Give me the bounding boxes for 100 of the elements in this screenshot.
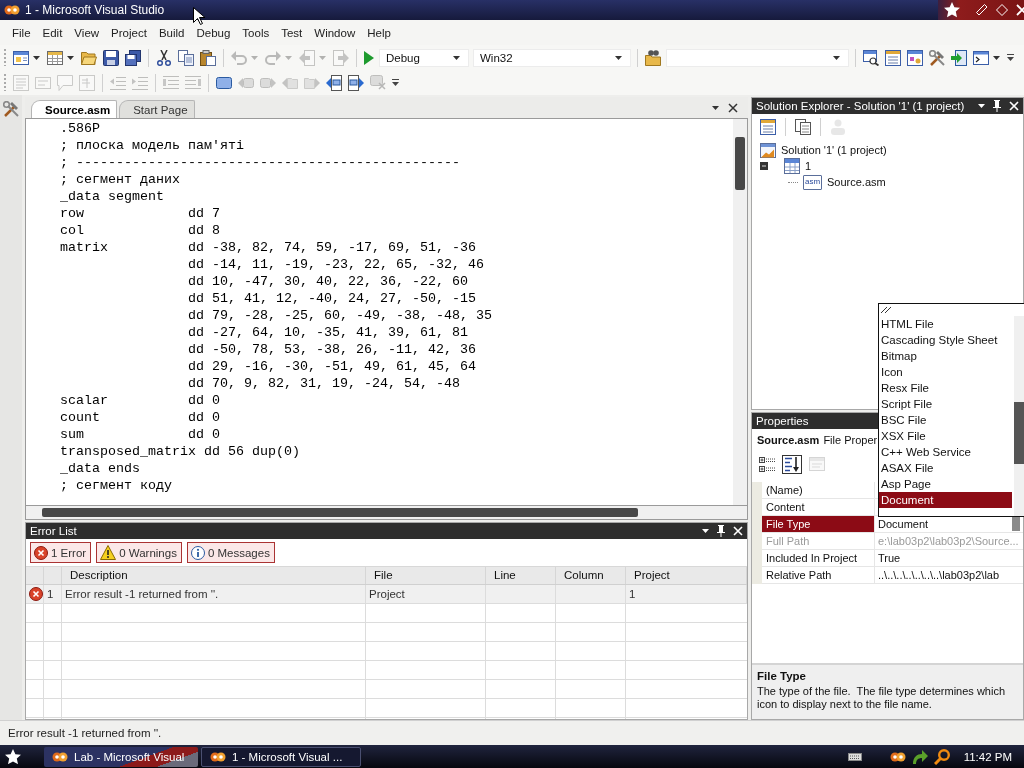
- menu-item[interactable]: Edit: [36, 24, 69, 41]
- property-name[interactable]: (Name): [762, 482, 875, 499]
- caret-icon[interactable]: [978, 104, 985, 108]
- filter-button[interactable]: 0 Messages: [186, 542, 275, 563]
- list-item[interactable]: Cascading Style Sheet: [879, 332, 1012, 348]
- list-item[interactable]: Resx File: [879, 380, 1012, 396]
- property-name[interactable]: Relative Path: [762, 567, 875, 584]
- list-item[interactable]: Document: [879, 492, 1012, 508]
- list-item[interactable]: Bitmap: [879, 348, 1012, 364]
- column-header[interactable]: File: [366, 567, 486, 584]
- folder-binoculars-icon[interactable]: [645, 49, 661, 66]
- list-item[interactable]: ASAX File: [879, 460, 1012, 476]
- search-icon[interactable]: [933, 748, 950, 765]
- pin-icon[interactable]: [992, 100, 1002, 112]
- column-header[interactable]: Description: [62, 567, 366, 584]
- horizontal-scrollbar[interactable]: [25, 506, 748, 520]
- minimize-icon[interactable]: [976, 4, 988, 16]
- project-window-icon[interactable]: [13, 49, 29, 66]
- pages-icon[interactable]: [795, 118, 811, 135]
- bookmark-icon[interactable]: [216, 76, 232, 89]
- menu-item[interactable]: Test: [275, 24, 309, 41]
- document-tab[interactable]: Start Page: [119, 100, 195, 118]
- folder-icon[interactable]: [81, 49, 97, 66]
- taskbar-button[interactable]: 1 - Microsoft Visual ...: [201, 746, 361, 767]
- property-value[interactable]: True: [878, 552, 901, 564]
- menu-item[interactable]: View: [68, 24, 106, 41]
- tree-item[interactable]: Source.asm: [827, 176, 886, 188]
- tools-icon[interactable]: [929, 49, 945, 66]
- table-row[interactable]: 1 Error result -1 returned from ''. Project 1: [26, 585, 747, 604]
- list-item[interactable]: HTML File: [879, 316, 1012, 332]
- arrow-in-box-icon[interactable]: [951, 49, 967, 66]
- scissors-icon[interactable]: [156, 49, 172, 66]
- panel-title: Error List: [30, 525, 77, 537]
- page-bookmark-right-icon[interactable]: [348, 74, 364, 91]
- taskbar-button[interactable]: Lab - Microsoft Visual: [44, 746, 198, 767]
- tree-item[interactable]: 1: [805, 160, 812, 172]
- document-tab[interactable]: Source.asm: [31, 100, 118, 118]
- menu-item[interactable]: Project: [105, 24, 153, 41]
- property-name[interactable]: File Type: [762, 516, 875, 533]
- pin-icon[interactable]: [716, 525, 726, 537]
- list-item[interactable]: Asp Page: [879, 476, 1012, 492]
- close-icon[interactable]: [728, 102, 738, 113]
- curved-arrow-icon[interactable]: [911, 749, 928, 764]
- window-magnifier-icon[interactable]: [863, 49, 879, 66]
- window-list-icon[interactable]: [760, 118, 776, 135]
- vertical-scrollbar[interactable]: [733, 119, 747, 505]
- caret-icon[interactable]: [33, 55, 40, 60]
- maximize-icon[interactable]: [996, 4, 1008, 16]
- copy-icon[interactable]: [178, 49, 194, 66]
- menu-item[interactable]: File: [6, 24, 37, 41]
- column-header[interactable]: Column: [556, 567, 626, 584]
- menu-item[interactable]: Debug: [190, 24, 237, 41]
- window-shapes-icon[interactable]: [907, 49, 923, 66]
- caret-icon[interactable]: [712, 105, 719, 110]
- tools-icon[interactable]: [3, 101, 19, 117]
- clipboard-icon[interactable]: [200, 49, 216, 66]
- vertical-scrollbar[interactable]: [1014, 316, 1024, 516]
- keyboard-icon[interactable]: [847, 752, 862, 761]
- dropdown[interactable]: Debug: [379, 48, 469, 67]
- object-type: File Proper: [823, 434, 878, 446]
- list-item[interactable]: BSC File: [879, 412, 1012, 428]
- window-title: 1 - Microsoft Visual Studio: [25, 3, 165, 17]
- double-ring-icon[interactable]: [889, 751, 906, 762]
- caret-icon[interactable]: [702, 529, 709, 533]
- scroll-thumb[interactable]: [735, 137, 745, 190]
- code-line: _data segment: [60, 188, 164, 205]
- menu-item[interactable]: Help: [361, 24, 397, 41]
- caret-icon[interactable]: [67, 55, 74, 60]
- menu-item[interactable]: Build: [152, 24, 191, 41]
- grouped-list-icon[interactable]: [757, 454, 777, 474]
- list-item[interactable]: Icon: [879, 364, 1012, 380]
- scroll-thumb[interactable]: [1014, 402, 1024, 464]
- panel-title: Properties: [756, 415, 809, 427]
- console-window-icon[interactable]: [973, 49, 989, 66]
- list-item[interactable]: C++ Web Service: [879, 444, 1012, 460]
- expander-icon[interactable]: [760, 162, 768, 170]
- filter-button[interactable]: 1 Error: [30, 542, 92, 563]
- column-header[interactable]: Line: [486, 567, 556, 584]
- caret-icon[interactable]: [993, 55, 1000, 60]
- play-icon[interactable]: [364, 50, 374, 65]
- page-bookmark-left-icon[interactable]: [326, 74, 342, 91]
- list-item[interactable]: XSX File: [879, 428, 1012, 444]
- menu-item[interactable]: Tools: [236, 24, 276, 41]
- grid-window-icon[interactable]: [47, 49, 63, 66]
- star-icon: [944, 2, 960, 18]
- property-name[interactable]: Included In Project: [762, 550, 875, 567]
- overflow-icon[interactable]: [392, 79, 399, 86]
- star-icon[interactable]: [5, 748, 21, 765]
- menu-item[interactable]: Window: [308, 24, 362, 41]
- property-value[interactable]: ..\..\..\..\..\..\..\lab03p2\lab: [878, 569, 1000, 581]
- dropdown[interactable]: Win32: [473, 48, 631, 67]
- floppy-disks-icon[interactable]: [125, 49, 141, 66]
- window-list-icon[interactable]: [885, 49, 901, 66]
- scroll-thumb[interactable]: [42, 508, 638, 517]
- filter-button[interactable]: 0 Warnings: [96, 542, 182, 563]
- overflow-icon[interactable]: [1007, 54, 1014, 61]
- column-header[interactable]: Project: [626, 567, 747, 584]
- tree-item[interactable]: Solution '1' (1 project): [781, 144, 887, 156]
- property-value[interactable]: Document: [878, 518, 929, 530]
- list-item[interactable]: Script File: [879, 396, 1012, 412]
